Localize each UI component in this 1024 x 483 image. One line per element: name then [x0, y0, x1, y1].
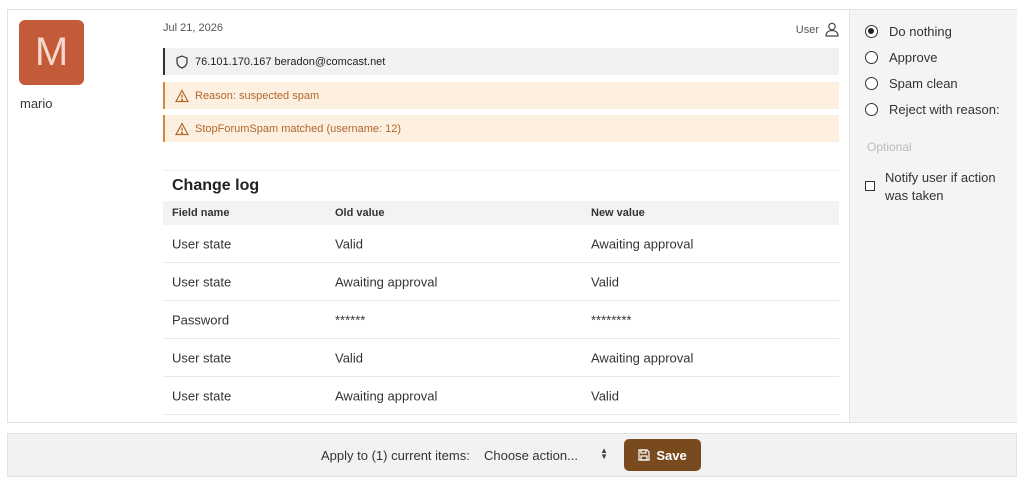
shield-icon: [176, 54, 188, 69]
save-label: Save: [656, 447, 687, 463]
radio-label: Spam clean: [889, 76, 958, 91]
notify-user-checkbox[interactable]: Notify user if action was taken: [865, 169, 1015, 205]
username-link[interactable]: mario: [20, 96, 53, 111]
action-select-value: Choose action...: [484, 448, 578, 463]
column-header-new-value: New value: [591, 207, 645, 219]
radio-spam-clean[interactable]: Spam clean: [865, 76, 958, 91]
old-value-cell: Valid: [335, 350, 363, 365]
radio-button[interactable]: [865, 103, 878, 116]
radio-label: Do nothing: [889, 24, 952, 39]
stopforumspam-text: StopForumSpam matched (username: 12): [195, 122, 402, 135]
table-row: Password ****** ********: [163, 301, 839, 339]
new-value-cell: Awaiting approval: [591, 350, 694, 365]
new-value-cell: ********: [591, 312, 632, 327]
field-name-cell: User state: [172, 274, 232, 289]
field-name-cell: Password: [172, 312, 230, 327]
table-row: User state Awaiting approval Valid: [163, 263, 839, 301]
user-role-label: User: [795, 23, 819, 36]
save-button[interactable]: Save: [624, 439, 701, 471]
reason-text: Reason: suspected spam: [195, 89, 320, 102]
moderation-card: M mario Jul 21, 2026 User 76.101.170.167…: [7, 9, 1017, 423]
change-log-title: Change log: [172, 177, 260, 194]
change-log-header: Field name Old value New value: [163, 201, 839, 225]
radio-label: Approve: [889, 50, 938, 65]
sort-arrows-icon: ▲ ▼: [600, 446, 608, 461]
apply-label: Apply to (1) current items:: [321, 448, 470, 463]
stopforumspam-warning-bar: StopForumSpam matched (username: 12): [163, 115, 839, 142]
user-role-tag: User: [796, 22, 839, 37]
action-panel: Do nothing Approve Spam clean Reject wit…: [849, 10, 1017, 422]
reject-reason-input[interactable]: Optional: [867, 140, 1007, 154]
column-header-old-value: Old value: [335, 207, 385, 219]
action-select[interactable]: Choose action... ▲ ▼: [484, 446, 608, 464]
radio-reject-with-reason[interactable]: Reject with reason:: [865, 102, 1000, 117]
avatar[interactable]: M: [19, 20, 84, 85]
table-row: User state Awaiting approval Valid: [163, 377, 839, 415]
field-name-cell: User state: [172, 350, 232, 365]
table-row: User state Valid Awaiting approval: [163, 339, 839, 377]
table-row: User state Valid Awaiting approval: [163, 225, 839, 263]
radio-approve[interactable]: Approve: [865, 50, 937, 65]
old-value-cell: Valid: [335, 236, 363, 251]
radio-button[interactable]: [865, 77, 878, 90]
old-value-cell: ******: [335, 312, 366, 327]
bulk-action-footer: Apply to (1) current items: Choose actio…: [7, 433, 1017, 477]
radio-label: Reject with reason:: [889, 102, 1000, 117]
radio-button[interactable]: [865, 51, 878, 64]
floppy-disk-icon: [638, 449, 650, 461]
user-column: M mario: [8, 10, 155, 422]
checkbox[interactable]: [865, 181, 875, 191]
old-value-cell: Awaiting approval: [335, 274, 438, 289]
new-value-cell: Valid: [591, 388, 619, 403]
ip-email-text: 76.101.170.167 beradon@comcast.net: [195, 55, 386, 68]
ip-email-bar: 76.101.170.167 beradon@comcast.net: [163, 48, 839, 75]
new-value-cell: Awaiting approval: [591, 236, 694, 251]
details-column: Jul 21, 2026 User 76.101.170.167 beradon…: [163, 10, 839, 422]
change-log: Change log Field name Old value New valu…: [163, 170, 839, 415]
warning-icon: [175, 121, 189, 135]
field-name-cell: User state: [172, 236, 232, 251]
radio-do-nothing[interactable]: Do nothing: [865, 24, 952, 39]
registration-date: Jul 21, 2026: [163, 22, 223, 34]
old-value-cell: Awaiting approval: [335, 388, 438, 403]
notify-label: Notify user if action was taken: [885, 170, 996, 203]
radio-button-checked[interactable]: [865, 25, 878, 38]
column-header-field-name: Field name: [172, 207, 230, 219]
field-name-cell: User state: [172, 388, 232, 403]
warning-icon: [175, 88, 189, 102]
new-value-cell: Valid: [591, 274, 619, 289]
reason-warning-bar: Reason: suspected spam: [163, 82, 839, 109]
user-icon: [825, 22, 839, 37]
